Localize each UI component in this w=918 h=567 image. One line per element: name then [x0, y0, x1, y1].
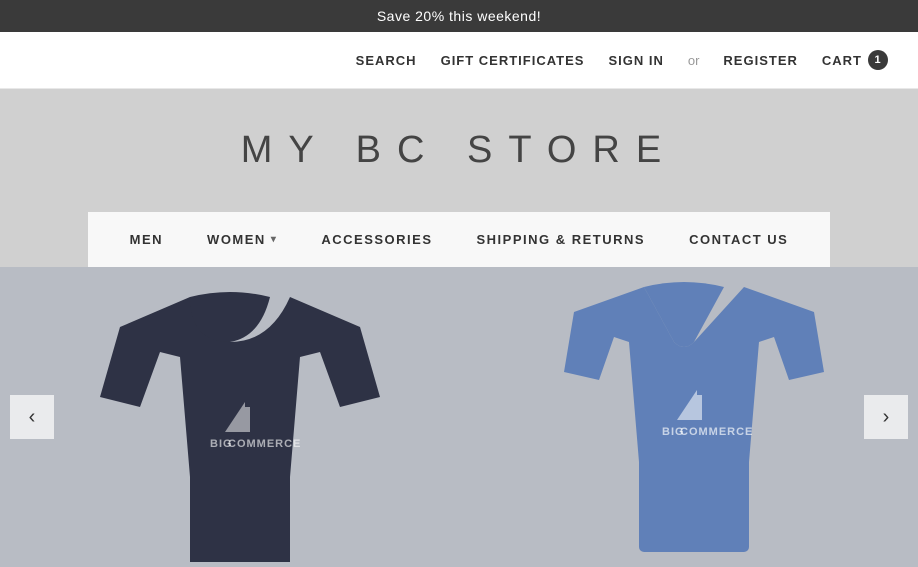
nav-accessories[interactable]: ACCESSORIES [299, 212, 454, 267]
header: SEARCH GIFT CERTIFICATES SIGN IN or REGI… [0, 32, 918, 89]
cart-label: CART [822, 53, 862, 68]
cart-count: 1 [868, 50, 888, 70]
chevron-right-icon: › [883, 406, 890, 429]
announcement-bar: Save 20% this weekend! [0, 0, 918, 32]
product-carousel: BIG COMMERCE BIG COMMERCE [0, 267, 918, 567]
gift-certificates-link[interactable]: GIFT CERTIFICATES [441, 53, 585, 68]
tshirt-left: BIG COMMERCE [0, 267, 459, 567]
announcement-text: Save 20% this weekend! [377, 8, 541, 24]
search-link[interactable]: SEARCH [356, 53, 417, 68]
svg-text:COMMERCE: COMMERCE [680, 426, 753, 438]
nav-women[interactable]: WOMEN ▾ [185, 212, 299, 267]
carousel-next-button[interactable]: › [864, 395, 908, 439]
store-title: MY BC STORE [241, 129, 677, 172]
carousel-prev-button[interactable]: ‹ [10, 395, 54, 439]
register-link[interactable]: REGISTER [723, 53, 797, 68]
chevron-down-icon: ▾ [271, 234, 278, 245]
signin-link[interactable]: SIGN IN [608, 53, 663, 68]
cart-button[interactable]: CART 1 [822, 50, 888, 70]
tshirt-right: BIG COMMERCE [459, 267, 918, 567]
chevron-left-icon: ‹ [29, 406, 36, 429]
nav-men[interactable]: MEN [108, 212, 185, 267]
svg-text:COMMERCE: COMMERCE [228, 438, 301, 450]
nav-shipping-returns[interactable]: SHIPPING & RETURNS [455, 212, 668, 267]
or-separator: or [688, 53, 700, 68]
nav-contact-us[interactable]: CONTACT US [667, 212, 810, 267]
hero-section: MY BC STORE MEN WOMEN ▾ ACCESSORIES SHIP… [0, 89, 918, 267]
main-navigation: MEN WOMEN ▾ ACCESSORIES SHIPPING & RETUR… [88, 212, 831, 267]
